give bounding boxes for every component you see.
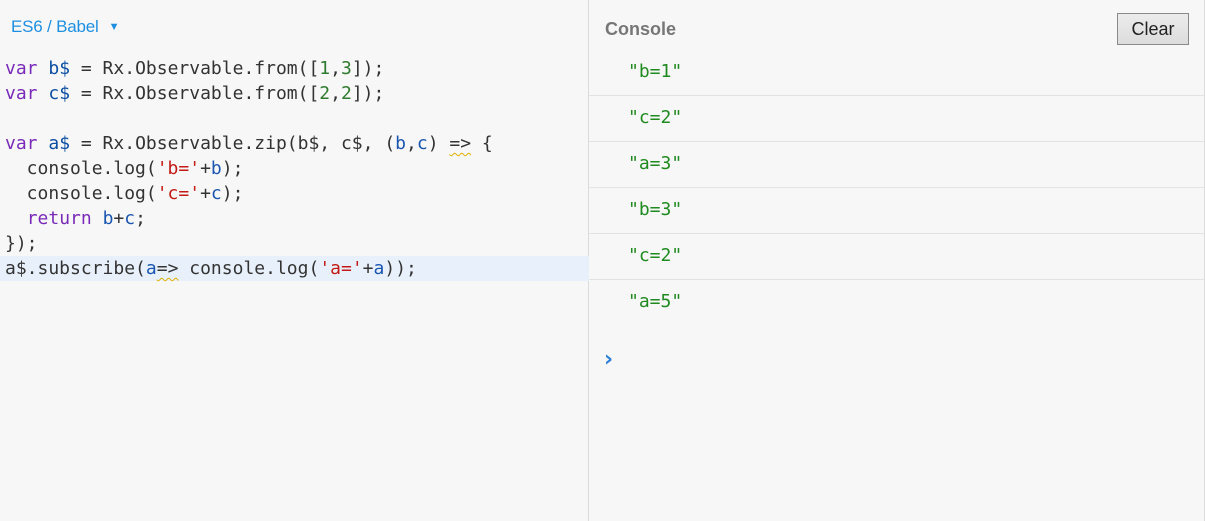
console-log-entry: "a=3" bbox=[589, 142, 1204, 188]
code-token: , bbox=[330, 83, 341, 104]
console-pane: Console Clear "b=1" "c=2" "a=3" "b=3" "c=2" "… bbox=[589, 0, 1205, 521]
code-token: a$ bbox=[48, 133, 71, 154]
code-token: { bbox=[471, 133, 493, 154]
code-token: ); bbox=[221, 158, 244, 179]
code-token: = Rx.Observable.zip(b$, c$, ( bbox=[70, 133, 396, 154]
code-token: a bbox=[145, 258, 157, 279]
code-token: c bbox=[124, 208, 136, 229]
code-token: => bbox=[156, 258, 179, 279]
code-line[interactable]: }); bbox=[0, 231, 589, 256]
code-token: console.log( bbox=[5, 158, 157, 179]
code-line[interactable] bbox=[0, 106, 589, 131]
console-title: Console bbox=[605, 19, 677, 39]
console-log-list: "b=1" "c=2" "a=3" "b=3" "c=2" "a=5" bbox=[589, 50, 1204, 326]
code-token: 2 bbox=[319, 83, 331, 104]
code-token: )); bbox=[384, 258, 417, 279]
console-log-entry: "c=2" bbox=[589, 96, 1204, 142]
code-token: var bbox=[5, 83, 38, 104]
console-log-entry: "b=1" bbox=[589, 50, 1204, 96]
code-token: + bbox=[200, 183, 211, 204]
code-token: 1 bbox=[319, 58, 331, 79]
code-token: ); bbox=[221, 183, 244, 204]
code-line[interactable]: console.log('c='+c); bbox=[0, 181, 589, 206]
code-token: ) bbox=[427, 133, 450, 154]
code-token: a bbox=[373, 258, 385, 279]
chevron-right-icon: › bbox=[604, 347, 614, 372]
code-line[interactable]: return b+c; bbox=[0, 206, 589, 231]
code-token: b bbox=[210, 158, 222, 179]
code-token: 3 bbox=[340, 58, 352, 79]
code-token: console.log( bbox=[5, 183, 157, 204]
code-token: b bbox=[102, 208, 114, 229]
code-line[interactable]: var b$ = Rx.Observable.from([1,3]); bbox=[0, 56, 589, 81]
code-line[interactable]: console.log('b='+b); bbox=[0, 156, 589, 181]
code-token: ]); bbox=[351, 83, 385, 104]
code-token: ; bbox=[135, 208, 146, 229]
code-token: b$ bbox=[48, 58, 71, 79]
code-token: , bbox=[406, 133, 417, 154]
code-token: 'a=' bbox=[319, 258, 363, 279]
console-log-entry: "a=5" bbox=[628, 291, 683, 312]
code-token: + bbox=[113, 208, 125, 229]
clear-button[interactable]: Clear bbox=[1117, 13, 1189, 45]
code-line[interactable]: a$.subscribe(a=> console.log('a='+a)); bbox=[0, 256, 589, 281]
code-token: + bbox=[200, 158, 211, 179]
code-token: = Rx.Observable.from([ bbox=[70, 58, 320, 79]
console-log-entry: "c=2" bbox=[589, 234, 1204, 280]
code-token: var bbox=[5, 58, 38, 79]
code-token: var bbox=[5, 133, 38, 154]
code-token: => bbox=[449, 133, 472, 154]
code-line[interactable]: var c$ = Rx.Observable.from([2,2]); bbox=[0, 81, 589, 106]
language-select-label: ES6 / Babel bbox=[11, 17, 99, 36]
code-token: a$.subscribe( bbox=[5, 258, 146, 279]
code-editor[interactable]: var b$ = Rx.Observable.from([1,3]); var c… bbox=[0, 56, 589, 281]
app-root: ES6 / Babel ▼ var b$ = Rx.Observable.fro… bbox=[0, 0, 1205, 521]
code-token: + bbox=[362, 258, 374, 279]
code-token: c$ bbox=[48, 83, 71, 104]
code-token: , bbox=[330, 58, 341, 79]
code-token: 2 bbox=[340, 83, 352, 104]
code-token: ]); bbox=[351, 58, 385, 79]
code-token: = Rx.Observable.from([ bbox=[70, 83, 320, 104]
editor-pane: ES6 / Babel ▼ var b$ = Rx.Observable.fro… bbox=[0, 0, 589, 521]
code-token: 'c=' bbox=[156, 183, 201, 204]
console-log-entry: "b=3" bbox=[589, 188, 1204, 234]
code-token: }); bbox=[5, 233, 38, 254]
code-token: console.log( bbox=[178, 258, 320, 279]
console-prompt[interactable]: › bbox=[604, 346, 1184, 374]
caret-down-icon: ▼ bbox=[108, 21, 120, 33]
code-token: b bbox=[395, 133, 406, 154]
code-token: return bbox=[26, 208, 92, 229]
code-token: 'b=' bbox=[156, 158, 201, 179]
code-line[interactable]: var a$ = Rx.Observable.zip(b$, c$, (b,c)… bbox=[0, 131, 589, 156]
code-token: c bbox=[210, 183, 222, 204]
code-token: c bbox=[416, 133, 428, 154]
language-select[interactable]: ES6 / Babel ▼ bbox=[11, 17, 119, 37]
